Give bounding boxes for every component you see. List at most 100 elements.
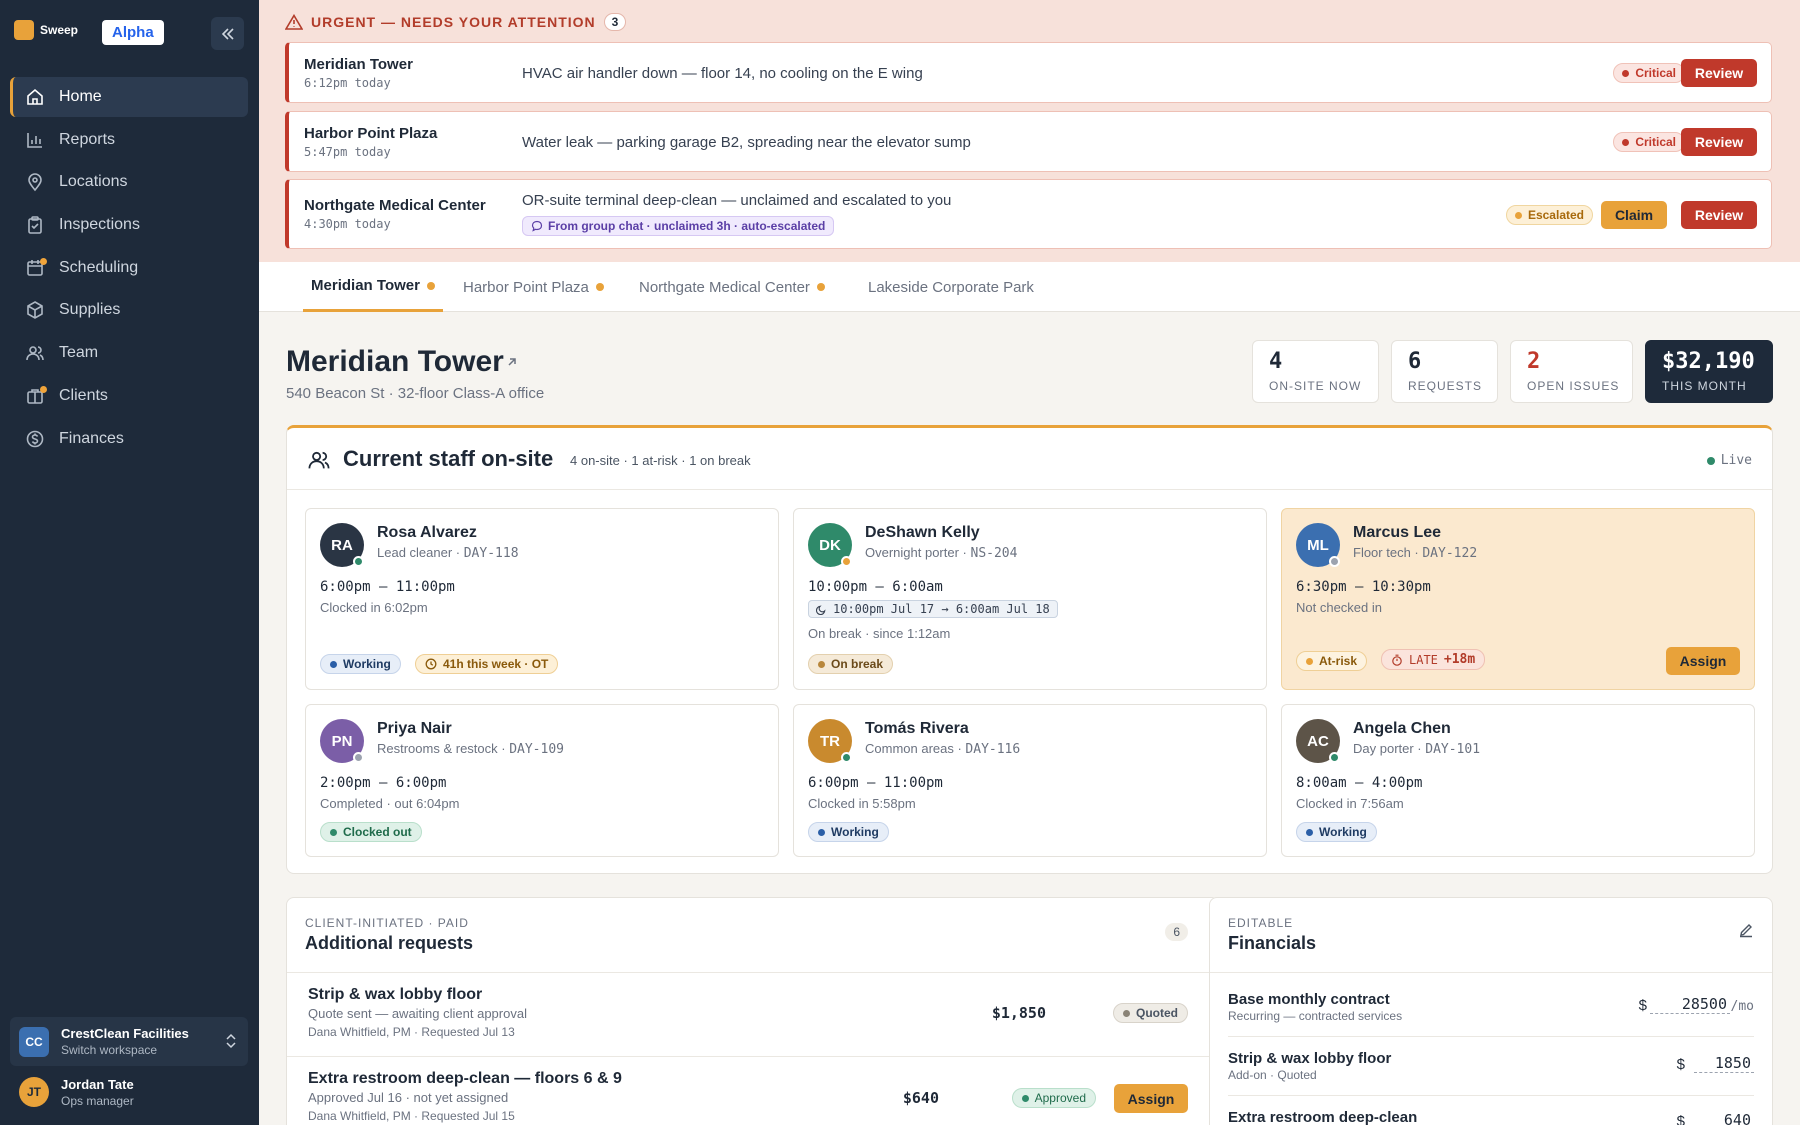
presence-dot — [1329, 752, 1340, 763]
severity-label: Critical — [1635, 135, 1676, 149]
staff-panel-title: Current staff on-site — [343, 446, 554, 471]
sidebar-item-finances[interactable]: Finances — [10, 419, 248, 459]
sidebar-item-reports[interactable]: Reports — [10, 120, 248, 160]
status-pill: Quoted — [1113, 1003, 1188, 1023]
base-contract-input[interactable] — [1650, 995, 1730, 1014]
claim-button[interactable]: Claim — [1601, 201, 1667, 229]
tab-lakeside-corporate-park[interactable]: Lakeside Corporate Park — [868, 262, 1034, 312]
strip-wax-input[interactable] — [1694, 1054, 1754, 1073]
stat-on-site[interactable]: 4 ON-SITE NOW — [1252, 340, 1379, 403]
staff-card[interactable]: AC Angela Chen Day porter · DAY-101 8:00… — [1281, 704, 1755, 857]
overtime-pill: 41h this week · OT — [415, 654, 559, 674]
staff-role: Floor tech · DAY-122 — [1353, 545, 1477, 561]
sidebar-item-label: Locations — [59, 173, 128, 191]
staff-card[interactable]: ML Marcus Lee Floor tech · DAY-122 6:30p… — [1281, 508, 1755, 690]
shift-time: 10:00pm – 6:00am — [808, 579, 943, 595]
assign-button[interactable]: Assign — [1114, 1084, 1188, 1113]
currency-symbol: $ — [1676, 1056, 1685, 1073]
staff-name: Tomás Rivera — [865, 720, 969, 737]
notification-dot — [40, 385, 47, 393]
clock-status: Not checked in — [1296, 600, 1382, 615]
group-chat-chip[interactable]: From group chat · unclaimed 3h · auto-es… — [522, 216, 835, 236]
overtime-pill-label: 41h this week · OT — [443, 657, 549, 671]
stat-requests[interactable]: 6 REQUESTS — [1391, 340, 1498, 403]
shift-time: 6:00pm – 11:00pm — [808, 775, 943, 791]
user-name: Jordan Tate — [61, 1077, 134, 1092]
alert-row[interactable]: Meridian Tower 6:12pm today HVAC air han… — [285, 42, 1772, 103]
tab-meridian-tower[interactable]: Meridian Tower — [303, 262, 443, 312]
user-avatar[interactable]: JT — [19, 1077, 49, 1107]
external-link-icon[interactable] — [505, 355, 519, 369]
financial-label: Base monthly contract — [1228, 991, 1390, 1008]
staff-name: Marcus Lee — [1353, 524, 1442, 541]
staff-code: DAY-116 — [965, 742, 1021, 757]
staff-code: DAY-118 — [463, 546, 519, 561]
staff-card[interactable]: TR Tomás Rivera Common areas · DAY-116 6… — [793, 704, 1267, 857]
overnight-range-label: 10:00pm Jul 17 → 6:00am Jul 18 — [833, 602, 1050, 616]
sidebar-item-supplies[interactable]: Supplies — [10, 290, 248, 330]
notification-dot — [40, 257, 47, 265]
tab-label: Meridian Tower — [311, 277, 420, 294]
alert-row[interactable]: Northgate Medical Center 4:30pm today OR… — [285, 179, 1772, 249]
sidebar-item-label: Supplies — [59, 301, 121, 319]
tab-northgate-medical-center[interactable]: Northgate Medical Center — [639, 262, 825, 312]
alert-row[interactable]: Harbor Point Plaza 5:47pm today Water le… — [285, 111, 1772, 172]
alert-time: 4:30pm today — [304, 217, 391, 231]
status-pill-label: At-risk — [1319, 654, 1358, 668]
status-dot — [1514, 211, 1522, 219]
staff-role-title: Lead cleaner · — [377, 545, 464, 560]
staff-card[interactable]: PN Priya Nair Restrooms & restock · DAY-… — [305, 704, 779, 857]
section-title: Additional requests — [305, 933, 474, 953]
sidebar-item-scheduling[interactable]: Scheduling — [10, 248, 248, 288]
chevron-updown-icon — [226, 1033, 236, 1049]
staff-card[interactable]: RA Rosa Alvarez Lead cleaner · DAY-118 6… — [305, 508, 779, 690]
brand[interactable]: Sweep — [14, 20, 78, 40]
late-value: +18m — [1443, 652, 1476, 667]
currency-symbol: $ — [1676, 1113, 1685, 1125]
alert-time: 6:12pm today — [304, 76, 391, 90]
sidebar-item-locations[interactable]: Locations — [10, 162, 248, 202]
tab-harbor-point-plaza[interactable]: Harbor Point Plaza — [463, 262, 604, 312]
tab-alert-dot — [816, 283, 825, 291]
sidebar-item-label: Team — [59, 344, 99, 362]
urgent-heading: URGENT — NEEDS YOUR ATTENTION 3 — [285, 13, 627, 31]
status-pill-label: Working — [343, 657, 391, 671]
workspace-switcher[interactable]: CC CrestClean Facilities Switch workspac… — [10, 1017, 248, 1066]
stat-open-issues[interactable]: 2 OPEN ISSUES — [1510, 340, 1633, 403]
status-dot — [818, 660, 825, 668]
pencil-icon[interactable] — [1738, 922, 1754, 938]
sidebar-item-inspections[interactable]: Inspections — [10, 205, 248, 245]
shift-time: 6:30pm – 10:30pm — [1296, 579, 1431, 595]
status-pill-label: Working — [831, 825, 879, 839]
sidebar-item-team[interactable]: Team — [10, 333, 248, 373]
brand-name: Sweep — [40, 23, 79, 37]
staff-role-title: Overnight porter · — [865, 545, 971, 560]
staff-card[interactable]: DK DeShawn Kelly Overnight porter · NS-2… — [793, 508, 1267, 690]
restroom-deep-clean-input[interactable] — [1694, 1111, 1754, 1125]
status-dot — [330, 660, 337, 668]
user-role: Ops manager — [61, 1094, 134, 1108]
status-pill-label: Quoted — [1136, 1006, 1178, 1020]
status-pill-label: Working — [1319, 825, 1367, 839]
sidebar-item-label: Reports — [59, 130, 116, 148]
alert-message: Water leak — parking garage B2, spreadin… — [522, 134, 971, 151]
sidebar-item-clients[interactable]: Clients — [10, 376, 248, 416]
review-button[interactable]: Review — [1681, 128, 1757, 156]
presence-dot — [353, 556, 364, 567]
sidebar-item-home[interactable]: Home — [10, 77, 248, 117]
presence-dot — [841, 556, 852, 567]
staff-role: Lead cleaner · DAY-118 — [377, 545, 519, 561]
assign-button[interactable]: Assign — [1666, 647, 1740, 675]
review-button[interactable]: Review — [1681, 59, 1757, 87]
alert-location: Meridian Tower — [304, 56, 413, 73]
stat-this-month[interactable]: $32,190 THIS MONTH — [1645, 340, 1773, 403]
chevrons-left-icon — [221, 27, 234, 40]
shift-time: 2:00pm – 6:00pm — [320, 775, 447, 791]
live-dot — [1706, 456, 1715, 465]
people-icon — [308, 451, 330, 469]
page-subtitle: 540 Beacon St · 32-floor Class-A office — [286, 385, 545, 402]
collapse-sidebar-button[interactable] — [211, 17, 244, 50]
review-button[interactable]: Review — [1681, 201, 1757, 229]
overnight-range: 10:00pm Jul 17 → 6:00am Jul 18 — [808, 600, 1058, 618]
staff-name: Rosa Alvarez — [377, 524, 477, 541]
